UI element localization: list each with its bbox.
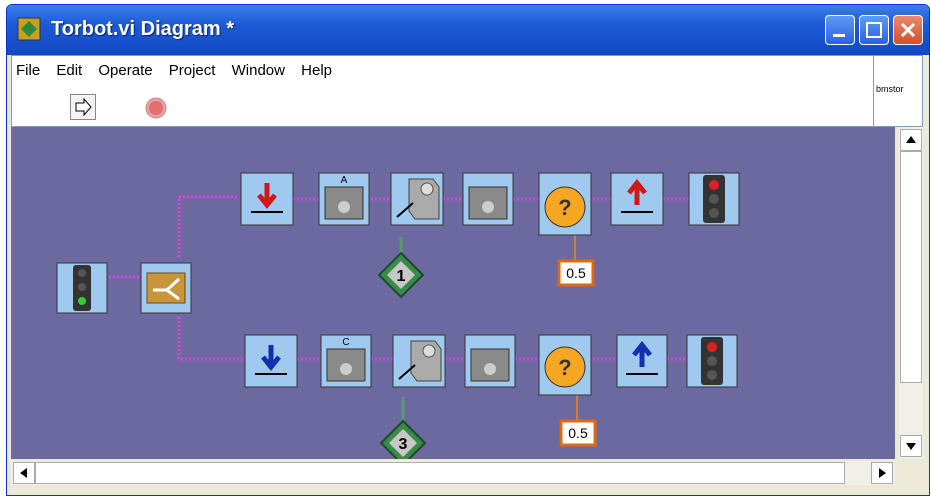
menu-edit[interactable]: Edit <box>56 62 82 79</box>
start-block[interactable] <box>56 262 108 314</box>
fork-block[interactable] <box>140 262 192 314</box>
arrow-left-icon <box>20 468 27 478</box>
vertical-scroll-thumb[interactable] <box>900 151 922 383</box>
bottom-motor-c2-block[interactable] <box>464 334 516 388</box>
scroll-down-button[interactable] <box>900 435 922 457</box>
window-title: Torbot.vi Diagram * <box>51 18 234 40</box>
top-end-block[interactable] <box>688 172 740 226</box>
minimize-button[interactable] <box>825 15 855 45</box>
menu-bar: File Edit Operate Project Window Help <box>16 62 344 79</box>
title-bar[interactable]: Torbot.vi Diagram * <box>7 5 929 55</box>
menu-help[interactable]: Help <box>301 62 332 79</box>
menu-project[interactable]: Project <box>169 62 216 79</box>
horizontal-scrollbar[interactable] <box>11 461 895 485</box>
horizontal-scroll-thumb[interactable] <box>35 462 845 484</box>
run-button[interactable] <box>70 94 96 120</box>
bottom-touch-sensor-block[interactable] <box>392 334 446 388</box>
maximize-icon <box>866 22 882 38</box>
top-motor-down-block[interactable] <box>240 172 294 226</box>
close-icon <box>900 22 916 38</box>
menu-file[interactable]: File <box>16 62 40 79</box>
stop-icon <box>145 97 167 119</box>
close-button[interactable] <box>893 15 923 45</box>
arrow-right-icon <box>879 468 886 478</box>
bottom-motor-port-label: C <box>342 337 349 348</box>
scroll-up-button[interactable] <box>900 129 922 151</box>
top-motor-a2-block[interactable] <box>462 172 514 226</box>
maximize-button[interactable] <box>859 15 889 45</box>
top-touch-sensor-block[interactable] <box>390 172 444 226</box>
svg-text:?: ? <box>558 195 571 220</box>
top-sensor-port[interactable]: 1 <box>377 251 425 299</box>
bottom-end-block[interactable] <box>686 334 738 388</box>
top-wait-value[interactable]: 0.5 <box>557 259 595 287</box>
menu-window[interactable]: Window <box>232 62 285 79</box>
bottom-sensor-port[interactable]: 3 <box>379 419 427 467</box>
svg-text:1: 1 <box>397 268 406 285</box>
bottom-motor-down-block[interactable] <box>244 334 298 388</box>
menu-and-toolbar: File Edit Operate Project Window Help <box>11 55 875 127</box>
context-help-panel: bmstor <box>873 55 923 127</box>
svg-text:?: ? <box>558 355 571 380</box>
arrow-down-icon <box>906 443 916 450</box>
bottom-wait-value[interactable]: 0.5 <box>559 419 597 447</box>
vertical-scrollbar[interactable] <box>899 127 923 459</box>
top-motor-port-label: A <box>341 175 348 186</box>
block-diagram-canvas[interactable]: A ? 0.5 1 C ? 0.5 3 <box>11 127 895 467</box>
run-arrow-icon <box>75 97 92 117</box>
top-motor-up-block[interactable] <box>610 172 664 226</box>
menu-operate[interactable]: Operate <box>98 62 152 79</box>
diagram-window: Torbot.vi Diagram * File Edit Operate Pr… <box>6 4 930 496</box>
top-motor-a-block[interactable]: A <box>318 172 370 226</box>
labview-app-icon <box>17 17 41 41</box>
bottom-wait-block[interactable]: ? <box>538 334 592 396</box>
svg-text:0.5: 0.5 <box>566 265 586 281</box>
arrow-up-icon <box>906 136 916 143</box>
wire-fork-top <box>177 195 239 257</box>
scroll-right-button[interactable] <box>871 462 893 484</box>
top-wait-block[interactable]: ? <box>538 172 592 236</box>
svg-text:3: 3 <box>399 436 408 453</box>
abort-button[interactable] <box>142 94 168 120</box>
minimize-icon <box>833 34 845 37</box>
bottom-motor-c-block[interactable]: C <box>320 334 372 388</box>
svg-text:0.5: 0.5 <box>568 425 588 441</box>
scroll-left-button[interactable] <box>13 462 35 484</box>
resize-grip[interactable] <box>899 461 923 485</box>
context-help-label: bmstor <box>876 84 904 94</box>
wire-fork-bottom <box>177 317 243 361</box>
bottom-motor-up-block[interactable] <box>616 334 668 388</box>
